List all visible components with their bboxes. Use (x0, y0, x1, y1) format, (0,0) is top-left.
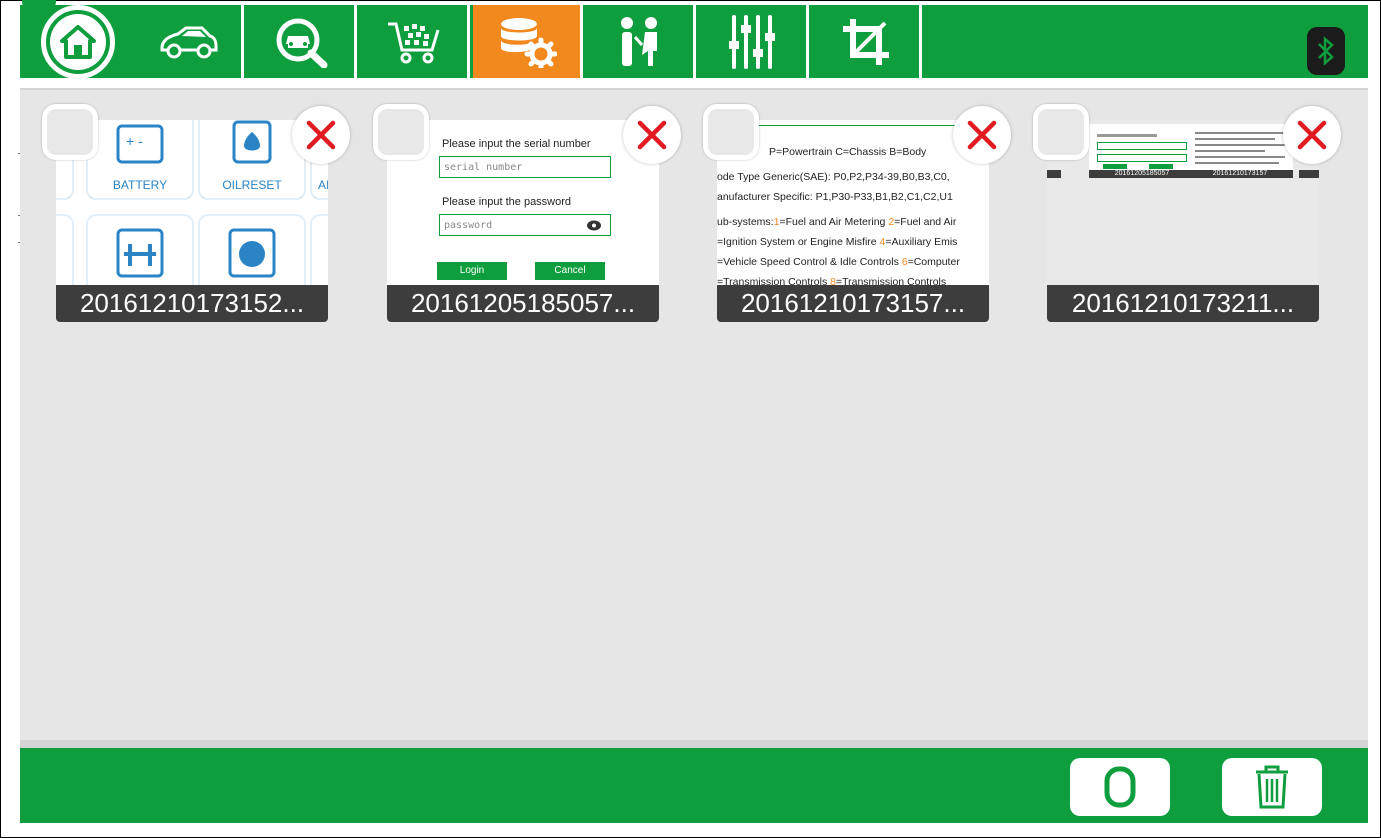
car-search-icon (276, 18, 327, 68)
thumb-app-tile (310, 214, 328, 285)
shopping-cart-icon (387, 22, 439, 63)
tab-people[interactable] (586, 5, 696, 78)
screenshot-filename: 20161210173157... (717, 285, 989, 322)
close-icon (637, 120, 667, 150)
screenshot-filename: 20161205185057... (387, 285, 659, 322)
select-checkbox[interactable] (42, 104, 98, 160)
delete-button[interactable] (1222, 758, 1322, 816)
tab-shopping-cart[interactable] (360, 5, 470, 78)
thumb-serial-field: serial number (439, 156, 611, 178)
tab-car[interactable] (134, 5, 244, 78)
screenshot-card[interactable]: 20161205185057 20161210173157 2016121017… (1033, 104, 1341, 322)
screenshot-card[interactable]: Please input the serial number serial nu… (373, 104, 681, 322)
edge-mark (18, 153, 20, 154)
select-checkbox[interactable] (703, 104, 759, 160)
thumb-cancel-button: Cancel (535, 262, 605, 280)
tab-home[interactable] (33, 4, 123, 79)
tab-crop[interactable] (812, 5, 922, 78)
thumb-text-line: P=Powertrain C=Chassis B=Body (769, 146, 927, 158)
thumb-app-tile (198, 214, 306, 285)
remove-button[interactable] (953, 106, 1011, 164)
home-icon (50, 13, 106, 70)
screenshot-filename: 20161210173211... (1047, 285, 1319, 322)
select-all-button[interactable] (1070, 758, 1170, 816)
remove-button[interactable] (292, 106, 350, 164)
thumb-text-line: anufacturer Specific: P1,P30-P33,B1,B2,C… (717, 191, 953, 203)
close-icon (1297, 120, 1327, 150)
close-icon (306, 120, 336, 150)
thumb-mini-caption-edge (1047, 170, 1061, 178)
thumb-mini-caption-edge (1299, 170, 1319, 178)
thumb-mini-caption: 20161205185057 (1089, 170, 1195, 178)
oil-can-icon (232, 120, 272, 164)
thumb-app-tile (56, 214, 74, 285)
thumb-text-line: =Vehicle Speed Control & Idle Controls 6… (717, 256, 960, 268)
car-icon (160, 26, 217, 58)
thumb-password-prompt: Please input the password (442, 196, 572, 208)
edge-mark (18, 242, 20, 243)
screenshot-filename: 20161210173152... (56, 285, 328, 322)
tab-car-search[interactable] (247, 5, 357, 78)
thumb-header-line (727, 120, 961, 126)
bluetooth-icon (1318, 36, 1334, 66)
thumb-serial-prompt: Please input the serial number (442, 138, 591, 150)
thumb-password-field: password (439, 214, 611, 236)
thumb-tile-label: BATTERY (112, 178, 168, 192)
eye-icon (587, 220, 601, 231)
brake-icon (116, 228, 164, 278)
edge-mark (18, 215, 20, 216)
thumb-mini-card (1187, 124, 1293, 170)
screenshot-card[interactable]: + - BATTERY OILRESET AI 20161210173152..… (42, 104, 350, 322)
circle-o-icon (1104, 766, 1136, 808)
select-checkbox[interactable] (1033, 104, 1089, 160)
content-bottom-divider (20, 740, 1368, 748)
thumb-password-placeholder: password (444, 220, 493, 231)
crop-icon (842, 18, 889, 65)
thumb-mini-caption: 20161210173157 (1187, 170, 1293, 178)
tab-sliders[interactable] (699, 5, 809, 78)
people-icon (620, 16, 657, 66)
select-checkbox[interactable] (373, 104, 429, 160)
thumb-login-button: Login (437, 262, 507, 280)
tab-data-manager[interactable] (473, 5, 583, 78)
thumb-app-tile: + - BATTERY (86, 120, 194, 200)
thumb-tile-label: OILRESET (222, 178, 282, 192)
remove-button[interactable] (623, 106, 681, 164)
thumb-mini-card (1089, 124, 1195, 170)
screenshot-card[interactable]: P=Powertrain C=Chassis B=Body ode Type G… (703, 104, 1011, 322)
sliders-icon (728, 14, 775, 69)
bluetooth-button[interactable] (1307, 27, 1345, 75)
close-icon (967, 120, 997, 150)
svg-text:+ -: + - (126, 133, 143, 149)
thumb-text-line: ub-systems:1=Fuel and Air Metering 2=Fue… (717, 216, 957, 228)
database-settings-icon (500, 17, 557, 68)
thumb-text-line: =Transmission Controls 8=Transmission Co… (717, 276, 947, 285)
thumb-app-tile (86, 214, 194, 285)
home-ring (41, 4, 115, 79)
trash-icon (1256, 765, 1288, 809)
thumb-text-line: ode Type Generic(SAE): P0,P2,P34-39,B0,B… (717, 171, 950, 183)
remove-button[interactable] (1283, 106, 1341, 164)
thumb-app-tile: OILRESET (198, 120, 306, 200)
thumb-text-line: =Ignition System or Engine Misfire 4=Aux… (717, 236, 958, 248)
throttle-icon (228, 228, 276, 278)
thumb-tile-label: AI (318, 178, 328, 192)
battery-icon: + - (116, 124, 164, 164)
